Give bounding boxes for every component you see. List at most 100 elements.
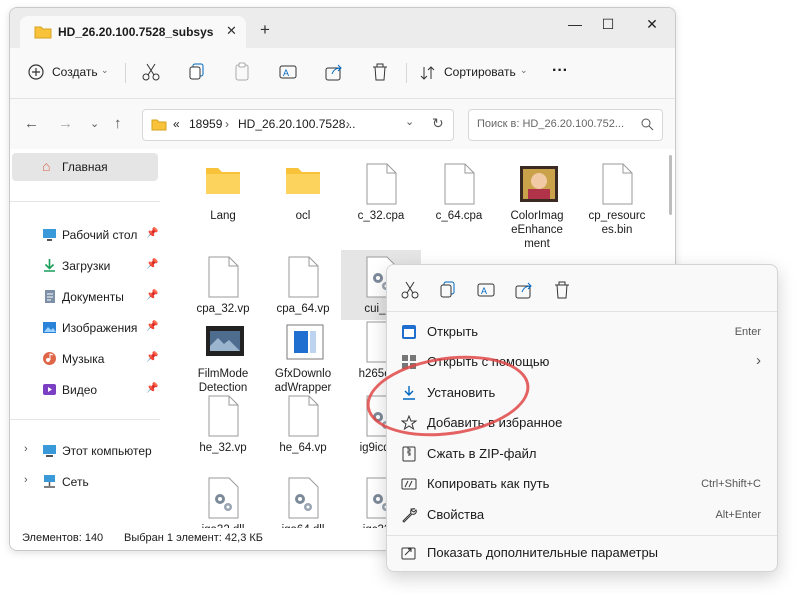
more-options-icon bbox=[401, 547, 416, 560]
music-icon bbox=[43, 352, 56, 365]
breadcrumb-separator: › bbox=[225, 117, 229, 131]
rename-icon[interactable]: A bbox=[277, 61, 299, 83]
divider bbox=[406, 63, 407, 83]
chevron-right-icon[interactable]: › bbox=[24, 443, 28, 455]
tab-close-icon[interactable]: ✕ bbox=[226, 23, 237, 39]
pin-icon: 📌 bbox=[146, 383, 159, 394]
sidebar-item-label: Рабочий стол bbox=[62, 228, 138, 242]
menu-item-label: Открыть bbox=[427, 324, 479, 339]
menu-item-label: Копировать как путь bbox=[427, 476, 550, 491]
sidebar-item-pictures[interactable]: Изображения 📌 bbox=[10, 314, 160, 342]
chevron-down-icon[interactable]: ⌄ bbox=[405, 115, 414, 128]
file-item[interactable]: cpa_64.vp bbox=[263, 250, 343, 320]
pin-icon: 📌 bbox=[146, 352, 159, 363]
copy-icon[interactable] bbox=[435, 277, 461, 303]
search-input[interactable]: Поиск в: HD_26.20.100.752... bbox=[468, 109, 663, 141]
minimize-button[interactable]: — bbox=[563, 16, 587, 32]
tab-current-folder[interactable]: HD_26.20.100.7528_subsys ✕ bbox=[20, 16, 246, 48]
pin-icon: 📌 bbox=[146, 290, 159, 301]
file-item[interactable]: ColorImag eEnhance ment bbox=[497, 157, 577, 250]
breadcrumb-item[interactable]: HD_26.20.100.7528... bbox=[238, 117, 355, 131]
copy-icon[interactable] bbox=[186, 61, 208, 83]
file-item[interactable]: c_32.cpa bbox=[341, 157, 421, 227]
recent-dropdown-icon[interactable]: ⌄ bbox=[90, 117, 99, 130]
menu-item-shortcut: Enter bbox=[734, 326, 761, 338]
file-icon bbox=[285, 256, 321, 298]
file-item[interactable]: cp_resourc es.bin bbox=[577, 157, 657, 236]
sidebar-item-video[interactable]: Видео 📌 bbox=[10, 376, 160, 404]
search-icon bbox=[641, 118, 654, 131]
show-more-options-item[interactable]: Показать дополнительные параметры bbox=[393, 538, 771, 568]
rename-icon[interactable]: A bbox=[473, 277, 499, 303]
sidebar-item-this-pc[interactable]: › Этот компьютер bbox=[10, 437, 160, 465]
video-icon bbox=[43, 384, 56, 395]
folder-icon bbox=[285, 163, 321, 205]
close-window-button[interactable]: ✕ bbox=[640, 16, 664, 33]
up-arrow-icon[interactable]: ↑ bbox=[114, 115, 122, 132]
refresh-icon[interactable]: ↻ bbox=[432, 115, 444, 132]
sidebar-item-documents[interactable]: Документы 📌 bbox=[10, 283, 160, 311]
forward-arrow-icon[interactable]: → bbox=[58, 115, 73, 132]
sort-button[interactable]: Сортировать ⌄ bbox=[418, 61, 530, 85]
folder-item[interactable]: ocl bbox=[263, 157, 343, 227]
cut-icon[interactable] bbox=[397, 277, 423, 303]
file-item[interactable]: he_32.vp bbox=[183, 389, 263, 459]
sidebar-item-network[interactable]: › Сеть bbox=[10, 468, 160, 496]
chevron-right-icon[interactable]: › bbox=[24, 474, 28, 486]
navigation-pane: ⌂ Главная Рабочий стол 📌 Загрузки 📌 Доку… bbox=[10, 149, 162, 528]
chevron-down-icon: ⌄ bbox=[101, 65, 109, 75]
file-name: c_64.cpa bbox=[435, 210, 483, 222]
delete-icon[interactable] bbox=[549, 277, 575, 303]
menu-item-open[interactable]: Открыть Enter bbox=[393, 317, 771, 347]
breadcrumb-item[interactable]: 18959 bbox=[189, 117, 222, 131]
share-icon[interactable] bbox=[511, 277, 537, 303]
folder-item[interactable]: Lang bbox=[183, 157, 263, 227]
divider bbox=[387, 535, 777, 536]
file-item[interactable]: he_64.vp bbox=[263, 389, 343, 459]
sidebar-item-downloads[interactable]: Загрузки 📌 bbox=[10, 252, 160, 280]
item-count: Элементов: 140 bbox=[22, 532, 104, 544]
file-item[interactable]: FilmMode Detection bbox=[183, 315, 263, 394]
sidebar-item-desktop[interactable]: Рабочий стол 📌 bbox=[10, 221, 160, 249]
menu-item-shortcut: Alt+Enter bbox=[715, 509, 761, 521]
sidebar-item-music[interactable]: Музыка 📌 bbox=[10, 345, 160, 373]
paste-icon[interactable] bbox=[231, 61, 253, 83]
menu-item-properties[interactable]: Свойства Alt+Enter bbox=[393, 500, 771, 530]
back-arrow-icon[interactable]: ← bbox=[24, 115, 39, 132]
more-options-button[interactable]: ··· bbox=[552, 62, 568, 80]
address-bar[interactable]: « 18959 › HD_26.20.100.7528... › ⌄ ↻ bbox=[142, 109, 454, 141]
tab-bar: HD_26.20.100.7528_subsys ✕ + — ☐ ✕ bbox=[10, 8, 675, 48]
breadcrumb-separator: › bbox=[346, 117, 350, 131]
address-overflow[interactable]: « bbox=[173, 117, 180, 131]
cut-icon[interactable] bbox=[140, 61, 162, 83]
file-name: c_32.cpa bbox=[357, 210, 405, 222]
file-item[interactable]: GfxDownlo adWrapper bbox=[263, 315, 343, 394]
folder-icon bbox=[151, 119, 167, 131]
create-button[interactable]: Создать ⌄ bbox=[24, 61, 114, 85]
address-row: ← → ⌄ ↑ « 18959 › HD_26.20.100.7528... ›… bbox=[10, 99, 675, 149]
menu-item-copy-path[interactable]: Копировать как путь Ctrl+Shift+C bbox=[393, 469, 771, 499]
sidebar-item-home[interactable]: ⌂ Главная bbox=[12, 153, 158, 181]
downloads-icon bbox=[44, 259, 55, 272]
sidebar-item-label: Главная bbox=[62, 160, 108, 174]
sort-icon bbox=[420, 66, 435, 80]
divider bbox=[10, 201, 160, 202]
desktop-icon bbox=[43, 229, 56, 241]
menu-item-zip[interactable]: Сжать в ZIP-файл bbox=[393, 439, 771, 469]
file-name: cpa_32.vp bbox=[196, 303, 250, 315]
share-icon[interactable] bbox=[323, 61, 345, 83]
delete-icon[interactable] bbox=[369, 61, 391, 83]
scrollbar[interactable] bbox=[669, 155, 672, 215]
file-item[interactable]: c_64.cpa bbox=[419, 157, 499, 227]
new-tab-button[interactable]: + bbox=[260, 20, 270, 40]
network-icon bbox=[44, 475, 55, 488]
sidebar-item-label: Документы bbox=[62, 290, 124, 304]
create-label: Создать bbox=[52, 65, 98, 79]
file-icon bbox=[363, 163, 399, 205]
maximize-button[interactable]: ☐ bbox=[596, 16, 620, 33]
folder-icon bbox=[205, 163, 241, 205]
divider bbox=[387, 311, 777, 312]
home-icon: ⌂ bbox=[42, 158, 51, 174]
chevron-down-icon: ⌄ bbox=[520, 65, 528, 75]
file-item[interactable]: cpa_32.vp bbox=[183, 250, 263, 320]
